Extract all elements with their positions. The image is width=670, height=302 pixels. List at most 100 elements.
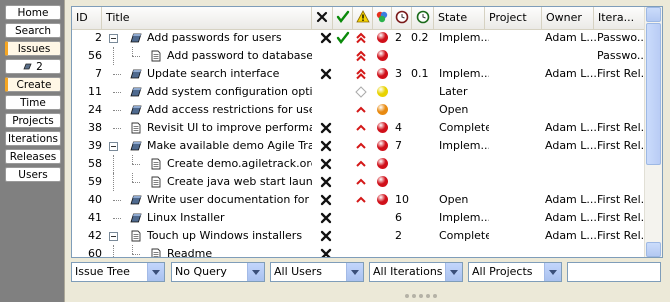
close-x-icon[interactable]	[319, 157, 333, 171]
iteration-select[interactable]: All Iterations	[369, 262, 463, 282]
collapse-toggle[interactable]	[109, 142, 118, 151]
issue-title[interactable]: Create java web start launcher	[167, 173, 312, 191]
table-row[interactable]: 59Create java web start launcher	[72, 173, 646, 191]
table-row[interactable]: 60 Readme	[72, 245, 646, 258]
document-icon	[151, 50, 161, 62]
select-value: No Query	[175, 265, 227, 278]
close-x-icon[interactable]	[319, 139, 333, 153]
table-row[interactable]: 38Revisit UI to improve performance4Comp…	[72, 119, 646, 137]
user-select[interactable]: All Users	[270, 262, 364, 282]
owner-value: Adam L...	[545, 139, 597, 152]
column-header-id[interactable]: ID	[72, 7, 102, 29]
nav-item-iterations[interactable]: Iterations	[5, 131, 61, 146]
nav-item-users[interactable]: Users	[5, 167, 61, 182]
close-x-icon[interactable]	[319, 67, 333, 81]
close-x-icon[interactable]	[319, 193, 333, 207]
issue-title[interactable]: Add system configuration options	[147, 83, 312, 101]
column-header-iteration[interactable]: Itera...	[594, 7, 646, 29]
select-value: Issue Tree	[75, 265, 130, 278]
column-header-label: Project	[489, 11, 527, 24]
table-row[interactable]: 2 Add passwords for users 2 0.2 Implem... Ada…	[72, 29, 646, 47]
issue-title[interactable]: Write user documentation for distrib	[147, 191, 312, 209]
progress-value	[411, 227, 433, 245]
table-row[interactable]: 40Write user documentation for distrib10…	[72, 191, 646, 209]
close-x-icon[interactable]	[319, 175, 333, 189]
issue-title[interactable]: Update search interface	[147, 65, 312, 83]
scroll-thumb[interactable]	[646, 23, 661, 165]
column-header-owner[interactable]: Owner	[542, 7, 594, 29]
column-header-project[interactable]: Project	[485, 7, 542, 29]
table-row[interactable]: 24 Add access restrictions for users Open	[72, 101, 646, 119]
check-icon	[336, 10, 349, 23]
nav-item-create[interactable]: Create	[5, 77, 61, 92]
chevron-down-icon[interactable]	[544, 263, 561, 281]
collapse-toggle[interactable]	[109, 232, 118, 241]
state-value: Implem...	[439, 139, 489, 152]
column-header-title[interactable]: Title	[102, 7, 312, 29]
column-header-close-x-icon[interactable]	[312, 7, 333, 29]
column-header-clock-green-icon[interactable]	[412, 7, 434, 29]
resize-grip[interactable]	[405, 288, 440, 298]
issue-title[interactable]: Linux Installer	[147, 209, 312, 227]
issue-title[interactable]: Create demo.agiletrack.org	[167, 155, 312, 173]
issue-title[interactable]: Touch up Windows installers	[147, 227, 312, 245]
issue-title[interactable]: Add access restrictions for users	[147, 101, 312, 119]
priority-medium-icon	[356, 124, 366, 131]
column-header-clock-icon[interactable]	[392, 7, 412, 29]
table-row[interactable]: 42 Touch up Windows installers 2 Complete Ad…	[72, 227, 646, 245]
estimate-value: 4	[395, 121, 402, 134]
column-header-label: Title	[106, 11, 130, 24]
issue-title[interactable]: Add password to database	[167, 47, 312, 65]
chevron-down-icon[interactable]	[346, 263, 363, 281]
close-x-icon[interactable]	[319, 121, 333, 135]
issue-title[interactable]: Readme	[167, 245, 312, 257]
chevron-down-icon[interactable]	[247, 263, 264, 281]
owner-value	[545, 83, 597, 101]
scroll-up-button[interactable]	[646, 7, 661, 22]
nav-item-search[interactable]: Search	[5, 23, 61, 38]
table-row[interactable]: 41 Linux Installer 6 Implem... Adam L... Firs…	[72, 209, 646, 227]
progress-value	[411, 137, 433, 155]
nav-item-time[interactable]: Time	[5, 95, 61, 110]
collapse-toggle[interactable]	[109, 34, 118, 43]
close-x-icon[interactable]	[319, 247, 333, 258]
document-icon	[151, 176, 161, 188]
task-icon	[130, 141, 142, 151]
column-header-state[interactable]: State	[434, 7, 485, 29]
state-value: Open	[439, 103, 469, 116]
table-row[interactable]: 7 Update search interface 3 0.1 Implem... Ada…	[72, 65, 646, 83]
estimate-value	[395, 173, 409, 191]
issue-title[interactable]: Make available demo Agile Track env	[147, 137, 312, 155]
column-header-warning-icon[interactable]	[353, 7, 373, 29]
view-select[interactable]: Issue Tree	[71, 262, 165, 282]
issue-title[interactable]: Add passwords for users	[147, 29, 312, 47]
nav-item-releases[interactable]: Releases	[5, 149, 61, 164]
iteration-value: First Rel...	[597, 139, 643, 152]
vertical-scrollbar[interactable]	[644, 7, 662, 257]
chevron-down-icon[interactable]	[147, 263, 164, 281]
search-input[interactable]	[567, 262, 661, 282]
chevron-down-icon[interactable]	[445, 263, 462, 281]
owner-value: Adam L...	[545, 211, 597, 224]
close-x-icon[interactable]	[319, 229, 333, 243]
state-value: Implem...	[439, 211, 489, 224]
scroll-down-button[interactable]	[646, 242, 661, 257]
close-x-icon[interactable]	[319, 211, 333, 225]
nav-item-projects[interactable]: Projects	[5, 113, 61, 128]
nav-item-home[interactable]: Home	[5, 5, 61, 20]
nav-item-issues[interactable]: Issues	[5, 41, 61, 56]
table-row[interactable]: 58 Create demo.agiletrack.org	[72, 155, 646, 173]
column-header-colors-icon[interactable]	[373, 7, 392, 29]
table-row[interactable]: 11Add system configuration optionsLater	[72, 83, 646, 101]
table-row[interactable]: 39Make available demo Agile Track env7Im…	[72, 137, 646, 155]
close-x-icon[interactable]	[319, 31, 333, 45]
issue-title[interactable]: Revisit UI to improve performance	[147, 119, 312, 137]
nav-item-2[interactable]: 2	[5, 59, 61, 74]
query-select[interactable]: No Query	[171, 262, 265, 282]
project-select[interactable]: All Projects	[468, 262, 562, 282]
estimate-value: 10	[395, 193, 409, 206]
column-header-check-icon[interactable]	[333, 7, 353, 29]
table-row[interactable]: 56 Add password to database Passwo...	[72, 47, 646, 65]
check-icon[interactable]	[336, 31, 350, 45]
column-header-label: Itera...	[598, 11, 635, 24]
